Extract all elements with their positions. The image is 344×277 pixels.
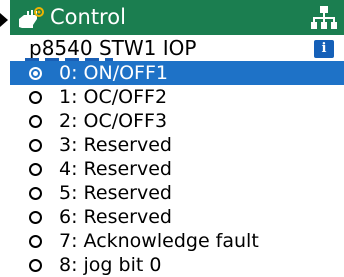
info-icon[interactable]: i xyxy=(314,40,334,58)
radio-icon[interactable] xyxy=(29,186,42,200)
radio-icon[interactable] xyxy=(29,234,42,248)
radio-icon[interactable] xyxy=(29,138,42,152)
list-item-label: 0: ON/OFF1 xyxy=(59,62,168,84)
list-item[interactable]: 7: Acknowledge fault xyxy=(10,229,344,253)
list-item-label: 2: OC/OFF3 xyxy=(59,110,168,132)
list-item[interactable]: 4: Reserved xyxy=(10,157,344,181)
parameter-row: p8540 STW1 IOP i xyxy=(10,35,344,61)
list-item-label: 3: Reserved xyxy=(59,134,172,156)
focus-pointer-icon xyxy=(0,13,8,27)
list-item[interactable]: 3: Reserved xyxy=(10,133,344,157)
radio-icon[interactable] xyxy=(29,258,42,272)
title-bar: Control xyxy=(10,0,344,35)
radio-selected-icon[interactable] xyxy=(29,66,42,80)
list-item[interactable]: 5: Reserved xyxy=(10,181,344,205)
radio-icon[interactable] xyxy=(29,210,42,224)
list-item[interactable]: 6: Reserved xyxy=(10,205,344,229)
bit-options-list: 0: ON/OFF1 1: OC/OFF2 2: OC/OFF3 3: Reserve… xyxy=(10,61,344,277)
list-item-label: 7: Acknowledge fault xyxy=(59,230,259,252)
list-item[interactable]: 1: OC/OFF2 xyxy=(10,85,344,109)
title-text: Control xyxy=(50,5,126,29)
list-item-label: 8: jog bit 0 xyxy=(59,254,162,276)
list-item-label: 5: Reserved xyxy=(59,182,172,204)
list-item[interactable]: 0: ON/OFF1 xyxy=(10,61,344,85)
radio-icon[interactable] xyxy=(29,114,42,128)
radio-icon[interactable] xyxy=(29,90,42,104)
list-item-label: 4: Reserved xyxy=(59,158,172,180)
list-item[interactable]: 8: jog bit 0 xyxy=(10,253,344,277)
parameter-name: p8540 STW1 IOP xyxy=(29,36,197,60)
list-item[interactable]: 2: OC/OFF3 xyxy=(10,109,344,133)
network-tree-icon[interactable] xyxy=(310,4,338,32)
list-item-label: 6: Reserved xyxy=(59,206,172,228)
hand-gear-icon xyxy=(14,3,48,33)
radio-icon[interactable] xyxy=(29,162,42,176)
list-item-label: 1: OC/OFF2 xyxy=(59,86,168,108)
